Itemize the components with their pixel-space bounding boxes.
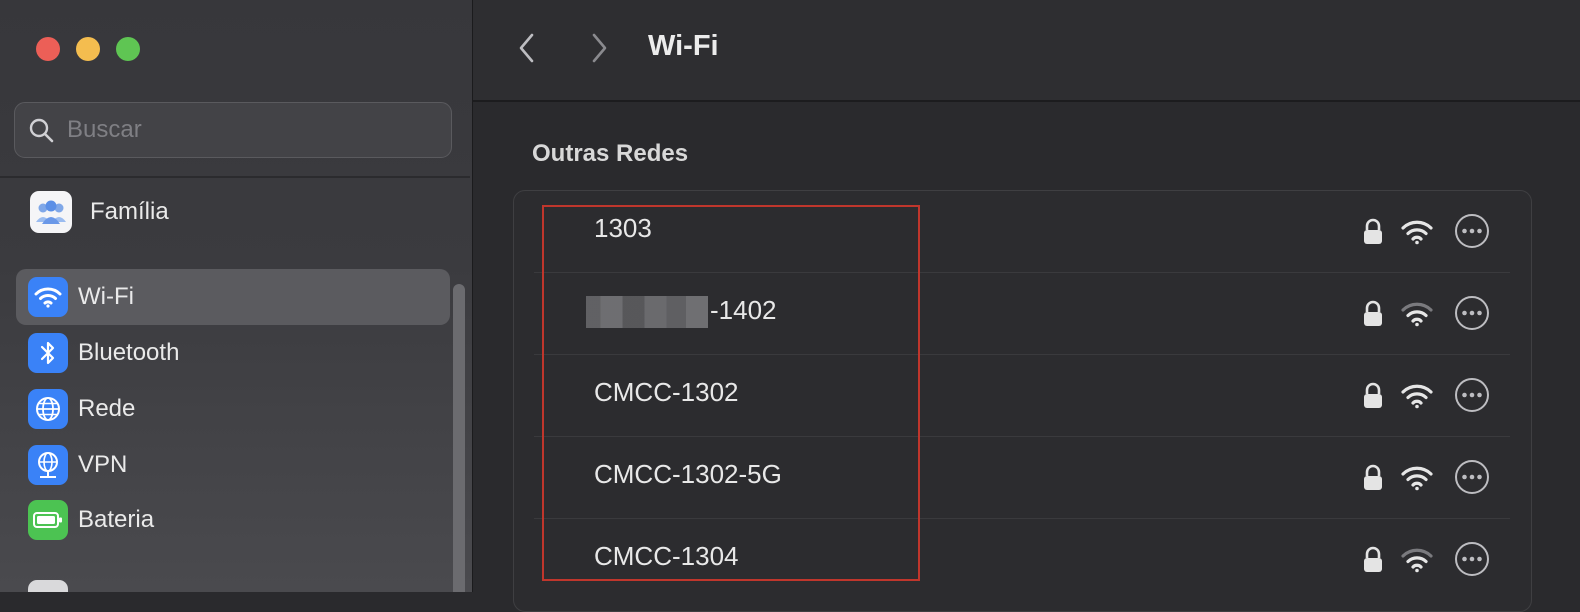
section-heading-other-networks: Outras Redes <box>532 140 689 167</box>
sidebar-item-network[interactable]: Rede <box>16 381 450 437</box>
more-options-button[interactable] <box>1454 459 1490 495</box>
network-row[interactable]: 1303 <box>534 191 1510 273</box>
ellipsis-icon <box>1455 378 1489 412</box>
ellipsis-icon <box>1455 214 1489 248</box>
wifi-signal-icon <box>1400 215 1434 249</box>
redacted-text <box>586 296 708 329</box>
chevron-right-icon <box>592 33 607 63</box>
network-name: -1402 <box>586 295 777 329</box>
sidebar-item-battery[interactable]: Bateria <box>16 492 450 548</box>
sidebar-item-partial-icon[interactable] <box>28 580 68 592</box>
ellipsis-icon <box>1455 542 1489 576</box>
lock-icon <box>1360 299 1386 329</box>
search-field[interactable] <box>14 102 452 158</box>
networks-list: 1303 -1402 CMCC-1302 CMCC-1302-5G CMCC-1… <box>513 190 1532 612</box>
sidebar-item-label: Bluetooth <box>78 339 180 366</box>
network-name-suffix: -1402 <box>710 295 777 325</box>
more-options-button[interactable] <box>1454 213 1490 249</box>
sidebar-item-label: Wi-Fi <box>78 283 134 310</box>
page-title: Wi-Fi <box>648 30 719 62</box>
sidebar-item-label: Rede <box>78 395 136 422</box>
close-window-button[interactable] <box>36 37 60 61</box>
wifi-icon <box>28 277 68 317</box>
search-icon <box>27 116 55 144</box>
sidebar-item-label: VPN <box>78 451 128 478</box>
sidebar-scrollbar[interactable] <box>453 284 465 592</box>
sidebar-item-bluetooth[interactable]: Bluetooth <box>16 325 450 381</box>
wifi-signal-icon <box>1400 543 1434 577</box>
sidebar-item-vpn[interactable]: VPN <box>16 437 450 493</box>
wifi-signal-icon <box>1400 297 1434 331</box>
bluetooth-icon <box>28 333 68 373</box>
sidebar-divider <box>0 176 470 178</box>
ellipsis-icon <box>1455 296 1489 330</box>
wifi-signal-icon <box>1400 461 1434 495</box>
more-options-button[interactable] <box>1454 377 1490 413</box>
network-row[interactable]: CMCC-1302 <box>534 355 1510 437</box>
sidebar-item-label: Bateria <box>78 506 155 533</box>
lock-icon <box>1360 381 1386 411</box>
wifi-signal-icon <box>1400 379 1434 413</box>
sidebar-item-wifi[interactable]: Wi-Fi <box>16 269 450 325</box>
toolbar: Wi-Fi <box>473 0 1580 102</box>
network-name: CMCC-1302 <box>594 377 739 407</box>
globe-icon <box>28 389 68 429</box>
battery-icon <box>28 500 68 540</box>
lock-icon <box>1360 545 1386 575</box>
forward-button[interactable] <box>581 30 617 66</box>
lock-icon <box>1360 463 1386 493</box>
sidebar: Família Wi-Fi Bluetooth Rede VPN <box>0 0 473 592</box>
family-icon <box>30 191 72 233</box>
network-name: CMCC-1302-5G <box>594 459 782 489</box>
zoom-window-button[interactable] <box>116 37 140 61</box>
network-row[interactable]: CMCC-1304 <box>534 519 1510 601</box>
back-button[interactable] <box>509 30 545 66</box>
network-row[interactable]: -1402 <box>534 273 1510 355</box>
sidebar-item-family[interactable]: Família <box>16 184 450 240</box>
minimize-window-button[interactable] <box>76 37 100 61</box>
chevron-left-icon <box>519 33 534 63</box>
lock-icon <box>1360 217 1386 247</box>
search-input[interactable] <box>67 116 451 144</box>
network-name: 1303 <box>594 213 652 243</box>
more-options-button[interactable] <box>1454 295 1490 331</box>
network-name: CMCC-1304 <box>594 541 739 571</box>
vpn-globe-icon <box>28 445 68 485</box>
more-options-button[interactable] <box>1454 541 1490 577</box>
sidebar-item-label: Família <box>90 198 169 225</box>
network-row[interactable]: CMCC-1302-5G <box>534 437 1510 519</box>
ellipsis-icon <box>1455 460 1489 494</box>
main-pane: Wi-Fi Outras Redes 1303 -1402 CMCC-1302 … <box>473 0 1580 612</box>
